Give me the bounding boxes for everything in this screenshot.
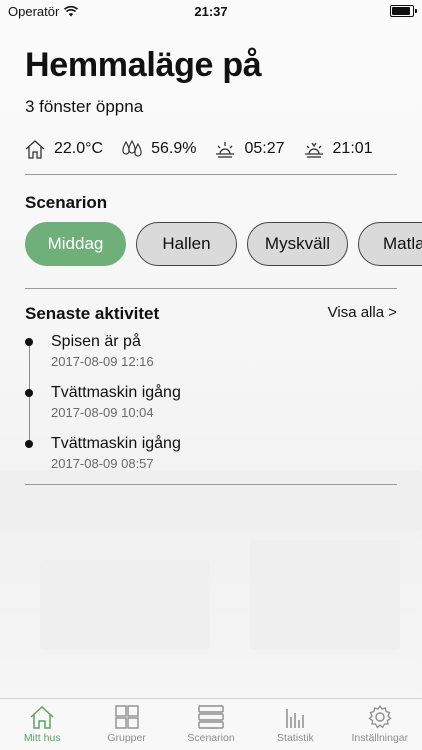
- humidity-stat: 56.9%: [121, 139, 196, 159]
- tab-label: Scenarion: [187, 732, 235, 744]
- sunrise-stat: 05:27: [214, 139, 285, 159]
- tab-statistik[interactable]: Statistik: [253, 699, 337, 750]
- tab-label: Inställningar: [351, 732, 409, 744]
- scenarios-title: Scenarion: [25, 193, 108, 212]
- scenario-chip-list[interactable]: Middag Hallen Myskväll Matlag: [25, 222, 422, 268]
- divider: [25, 174, 397, 175]
- scenario-chip-myskvall[interactable]: Myskväll: [247, 222, 348, 266]
- humidity-icon: [122, 139, 142, 157]
- timeline-dot: [25, 440, 33, 448]
- sunrise-value: 05:27: [244, 140, 285, 157]
- tab-scenarion[interactable]: Scenarion: [169, 699, 253, 750]
- tab-bar: Mitt hus Grupper Scenarion Statistik Ins…: [0, 698, 422, 750]
- tab-mitt-hus[interactable]: Mitt hus: [0, 699, 84, 750]
- activity-name: Tvättmaskin igång: [51, 435, 181, 452]
- sunset-icon: [304, 142, 323, 158]
- page-subtitle: 3 fönster öppna: [25, 97, 144, 116]
- status-time: 21:37: [194, 4, 228, 19]
- tab-installningar[interactable]: Inställningar: [338, 699, 422, 750]
- page-title: Hemmaläge på: [25, 46, 262, 84]
- bar-chart-icon: [286, 709, 305, 728]
- temperature-stat: 22.0°C: [24, 139, 103, 159]
- temperature-value: 22.0°C: [54, 140, 104, 157]
- tab-label: Mitt hus: [23, 732, 61, 744]
- scenario-chip-middag[interactable]: Middag: [25, 222, 126, 266]
- scenario-chip-hallen[interactable]: Hallen: [136, 222, 237, 266]
- activity-time: 2017-08-09 12:16: [51, 354, 154, 369]
- tab-grupper[interactable]: Grupper: [84, 699, 168, 750]
- climate-stats: 22.0°C 56.9% 05:27 21:01: [24, 139, 391, 159]
- gear-icon: [368, 705, 392, 729]
- timeline-dot: [25, 338, 33, 346]
- grid-icon: [114, 705, 139, 729]
- activity-title: Senaste aktivitet: [25, 304, 160, 323]
- activity-time: 2017-08-09 10:04: [51, 405, 154, 420]
- tab-label: Grupper: [107, 732, 146, 744]
- humidity-value: 56.9%: [151, 140, 197, 157]
- battery-icon: [390, 5, 417, 17]
- divider: [25, 484, 397, 485]
- scenario-chip-matlag[interactable]: Matlag: [358, 222, 422, 266]
- timeline-dot: [25, 389, 33, 397]
- status-bar: Operatör 21:37: [0, 0, 422, 22]
- stack-icon: [198, 705, 224, 729]
- house-icon: [30, 705, 54, 729]
- sunrise-icon: [216, 142, 235, 158]
- see-all-link[interactable]: Visa alla >: [328, 304, 397, 321]
- tab-label: Statistik: [277, 732, 314, 744]
- activity-time: 2017-08-09 08:57: [51, 456, 154, 471]
- activity-name: Tvättmaskin igång: [51, 384, 181, 401]
- home-icon: [25, 140, 45, 159]
- divider: [25, 288, 397, 289]
- sunset-stat: 21:01: [303, 139, 373, 159]
- activity-name: Spisen är på: [51, 333, 141, 350]
- sunset-value: 21:01: [332, 140, 373, 157]
